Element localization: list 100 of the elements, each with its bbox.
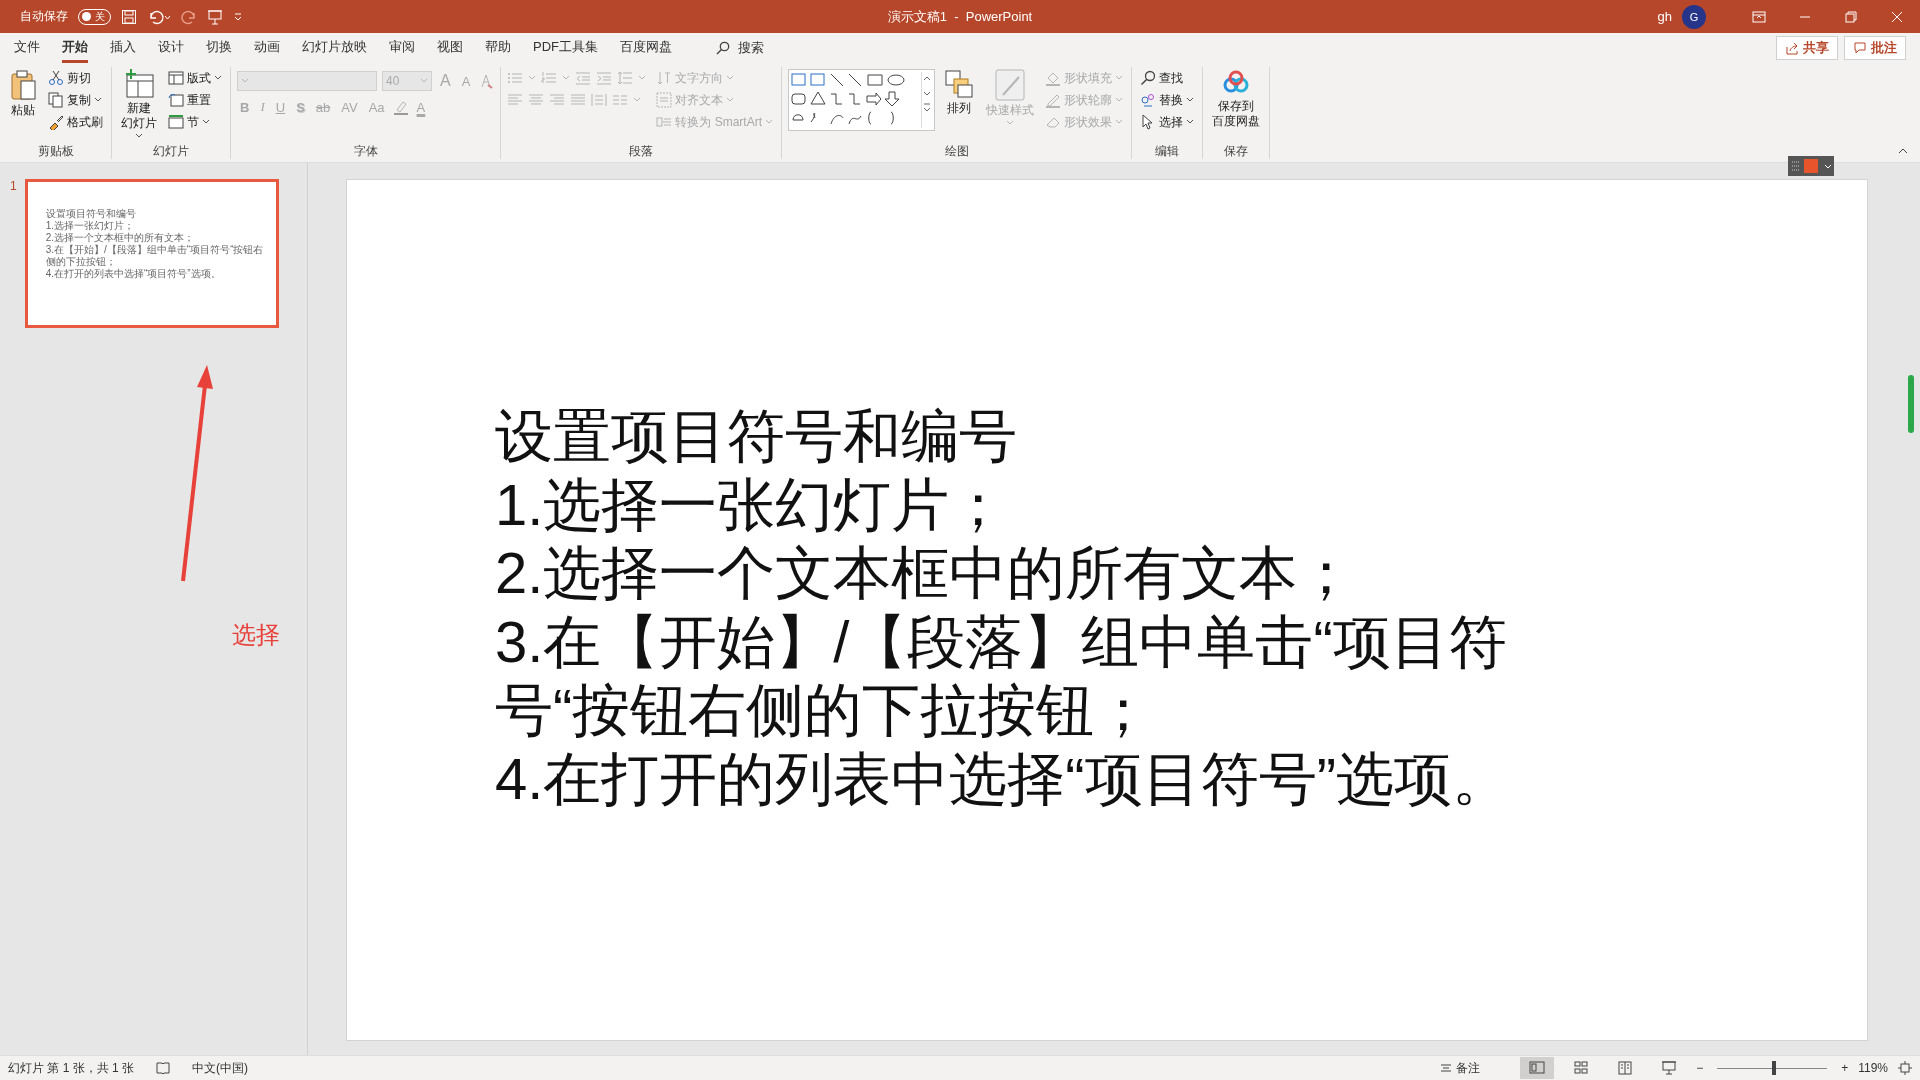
ribbon-button[interactable]: 替换 — [1138, 89, 1196, 111]
scrollbar-thumb[interactable] — [1908, 375, 1914, 433]
ribbon-tab[interactable]: 文件 — [14, 33, 40, 63]
zoom-thumb[interactable] — [1772, 1061, 1777, 1075]
caret-icon — [214, 75, 222, 81]
gallery-scroll[interactable] — [921, 72, 932, 128]
collapse-ribbon-icon — [1898, 147, 1908, 155]
caret-icon — [1115, 119, 1123, 125]
caret-icon — [1115, 97, 1123, 103]
share-button[interactable]: 共享 — [1776, 36, 1838, 60]
user-avatar[interactable]: G — [1682, 4, 1706, 29]
search-icon — [1140, 70, 1156, 86]
numbered-list-icon — [541, 71, 558, 85]
undo-button[interactable] — [147, 8, 171, 25]
bullet-list-icon — [507, 71, 524, 85]
caret-icon — [135, 133, 143, 139]
line-spacing-icon — [617, 71, 634, 85]
align-left-icon — [507, 93, 524, 107]
columns-icon — [612, 93, 629, 107]
caret-icon — [633, 97, 642, 103]
close-icon — [1891, 10, 1903, 23]
ribbon-button[interactable]: 节 — [166, 111, 224, 133]
caret-icon — [1006, 120, 1014, 126]
ribbon-button[interactable]: 粘贴 — [6, 67, 40, 120]
text-direction-icon — [656, 70, 673, 86]
ribbon-tab[interactable]: 动画 — [254, 33, 280, 63]
caret-icon — [726, 75, 735, 81]
highlighter-icon — [392, 99, 409, 115]
redo-button[interactable] — [181, 8, 197, 25]
caret-icon — [241, 78, 249, 84]
align-center-icon — [528, 93, 545, 107]
caret-icon — [420, 78, 428, 84]
quick-styles-icon — [995, 69, 1025, 101]
ribbon-tab[interactable]: 幻灯片放映 — [302, 33, 367, 63]
distribute-icon — [591, 93, 608, 107]
ribbon-tab[interactable]: 视图 — [437, 33, 463, 63]
zoom-out-button[interactable]: − — [1696, 1061, 1704, 1075]
group-title: 剪贴板 — [36, 143, 75, 159]
customize-button[interactable] — [233, 11, 243, 22]
speech-bubble-icon — [1853, 41, 1867, 55]
ribbon-tab[interactable]: PDF工具集 — [533, 33, 598, 63]
ribbon-button[interactable]: 新建 幻灯片 — [118, 67, 160, 141]
view-button[interactable] — [1520, 1057, 1555, 1079]
ribbon-button[interactable]: 复制 — [46, 89, 105, 111]
layout-icon — [168, 70, 184, 86]
paintbrush-icon — [48, 114, 64, 130]
slide-thumbnail[interactable]: 设置项目符号和编号 1.选择一张幻灯片； 2.选择一个文本框中的所有文本； 3.在【开始】/【段落】组中单击“项目符号“按钮右侧的下拉按钮； 4.在打开的列表中选择“项目符号”选项。 — [24, 179, 279, 328]
caret-icon — [528, 75, 537, 81]
ribbon-button[interactable]: 重置 — [166, 89, 224, 111]
ribbon-button[interactable]: 排列 — [941, 67, 977, 118]
search-icon — [716, 41, 730, 55]
clipboard-icon — [9, 69, 37, 101]
fit-window-icon — [1898, 1061, 1912, 1075]
ribbon-tab[interactable]: 设计 — [158, 33, 184, 63]
group-title: 保存 — [1223, 143, 1249, 159]
grid-view-icon — [1573, 1060, 1590, 1076]
copy-pages-icon — [48, 92, 64, 108]
save-icon[interactable] — [121, 8, 137, 25]
ribbon-button[interactable]: 选择 — [1138, 111, 1196, 133]
ribbon-button[interactable]: 剪切 — [46, 67, 105, 89]
caret-icon — [233, 11, 243, 22]
annotation-label: 选择 — [232, 620, 280, 650]
ribbon-tab[interactable]: 审阅 — [389, 33, 415, 63]
slide-counter: 幻灯片 第 1 张，共 1 张 — [8, 1059, 135, 1077]
ribbon-button[interactable]: 格式刷 — [46, 111, 105, 133]
book-view-icon — [1617, 1060, 1634, 1076]
undo-arrow-icon — [147, 8, 171, 25]
book-icon — [156, 1061, 171, 1075]
slide-canvas[interactable]: 设置项目符号和编号 1.选择一张幻灯片； 2.选择一个文本框中的所有文本； 3.在【开始】/【段落】组中单击“项目符号“按钮右侧的下拉按钮； 4.在打开的列表中选择“项目符号”选项。 — [346, 179, 1868, 1041]
save-to-cloud-button[interactable]: 保存到 百度网盘 — [1209, 67, 1263, 131]
align-right-icon — [549, 93, 566, 107]
ribbon-tab[interactable]: 帮助 — [485, 33, 511, 63]
slide-text[interactable]: 设置项目符号和编号 1.选择一张幻灯片； 2.选择一个文本框中的所有文本； 3.在【开始】/【段落】组中单击“项目符号“按钮右侧的下拉按钮； 4.在打开的列表中选择“项目符号”选项。 — [495, 402, 1620, 814]
caret-icon — [638, 75, 647, 81]
search-button[interactable]: 搜索 — [710, 38, 770, 58]
paint-bucket-icon — [1045, 70, 1061, 86]
replace-icon — [1140, 92, 1156, 108]
ime-toolbar-icon — [1788, 156, 1834, 176]
group-title: 绘图 — [943, 143, 970, 159]
comments-button[interactable]: 批注 — [1844, 36, 1906, 60]
shapes-gallery[interactable] — [788, 69, 935, 131]
autosave-label: 自动保存 — [20, 8, 68, 25]
zoom-in-button[interactable]: + — [1841, 1061, 1849, 1075]
section-icon — [168, 114, 184, 130]
ribbon-button[interactable]: 查找 — [1138, 67, 1196, 89]
caret-icon — [1115, 75, 1123, 81]
fit-to-window-button[interactable] — [1898, 1061, 1912, 1075]
ribbon-tab[interactable]: 插入 — [110, 33, 136, 63]
increase-indent-icon — [596, 71, 613, 85]
reset-icon — [168, 92, 184, 108]
group-title: 幻灯片 — [152, 143, 190, 159]
caret-icon — [726, 97, 735, 103]
present-button[interactable] — [207, 8, 223, 25]
ribbon-tab[interactable]: 百度网盘 — [620, 33, 672, 63]
ribbon-display-icon — [1752, 10, 1766, 23]
ribbon-button[interactable]: 版式 — [166, 67, 224, 89]
notes-button[interactable]: 备注 — [1440, 1059, 1481, 1077]
restore-icon — [1845, 10, 1857, 23]
ribbon-tab[interactable]: 切换 — [206, 33, 232, 63]
caret-icon — [562, 75, 571, 81]
